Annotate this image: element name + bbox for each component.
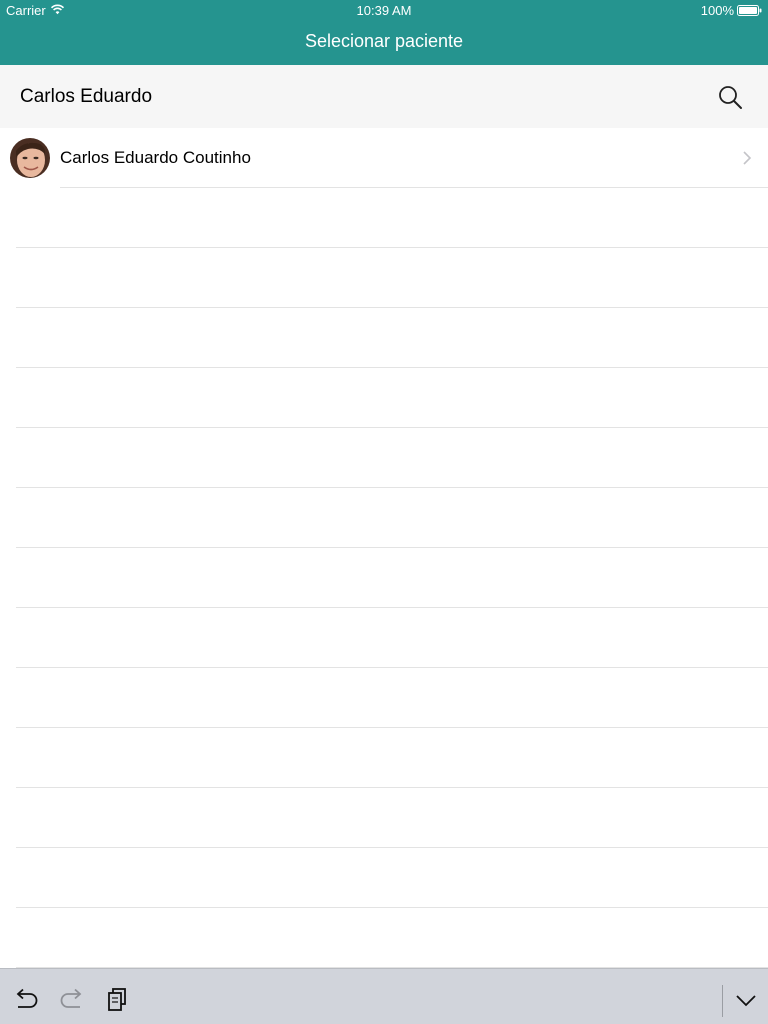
patient-avatar bbox=[10, 138, 50, 178]
status-time: 10:39 AM bbox=[356, 3, 412, 18]
battery-percentage: 100% bbox=[700, 3, 734, 18]
redo-icon[interactable] bbox=[59, 988, 85, 1012]
status-bar: Carrier 10:39 AM 100% bbox=[0, 0, 768, 20]
patient-list: Carlos Eduardo Coutinho bbox=[0, 128, 768, 968]
empty-row-separator bbox=[16, 847, 768, 848]
search-input[interactable] bbox=[20, 83, 680, 111]
empty-row-separator bbox=[16, 367, 768, 368]
empty-row-separator bbox=[16, 607, 768, 608]
empty-row-separator bbox=[16, 547, 768, 548]
empty-row-separator bbox=[16, 667, 768, 668]
chevron-down-icon[interactable] bbox=[733, 988, 759, 1012]
row-separator bbox=[60, 187, 768, 188]
chevron-right-icon bbox=[743, 151, 752, 165]
patient-photo bbox=[10, 138, 50, 178]
app-header: Carrier 10:39 AM 100% Selecionar pacient… bbox=[0, 0, 768, 65]
page-title: Selecionar paciente bbox=[304, 31, 464, 51]
toolbar-divider bbox=[722, 985, 723, 1017]
battery-icon bbox=[737, 5, 762, 16]
empty-row-separator bbox=[16, 307, 768, 308]
search-bar bbox=[0, 65, 768, 128]
empty-row-separator bbox=[16, 787, 768, 788]
patient-row[interactable]: Carlos Eduardo Coutinho bbox=[0, 128, 768, 188]
empty-row-separator bbox=[16, 247, 768, 248]
empty-row-separator bbox=[16, 907, 768, 908]
keyboard-toolbar bbox=[0, 968, 768, 1024]
empty-row-separator bbox=[16, 727, 768, 728]
empty-row-separator bbox=[16, 427, 768, 428]
undo-icon[interactable] bbox=[13, 988, 39, 1012]
patient-name: Carlos Eduardo Coutinho bbox=[60, 148, 251, 167]
paste-icon[interactable] bbox=[105, 988, 131, 1012]
empty-row-separator bbox=[16, 487, 768, 488]
search-icon[interactable] bbox=[717, 84, 745, 112]
